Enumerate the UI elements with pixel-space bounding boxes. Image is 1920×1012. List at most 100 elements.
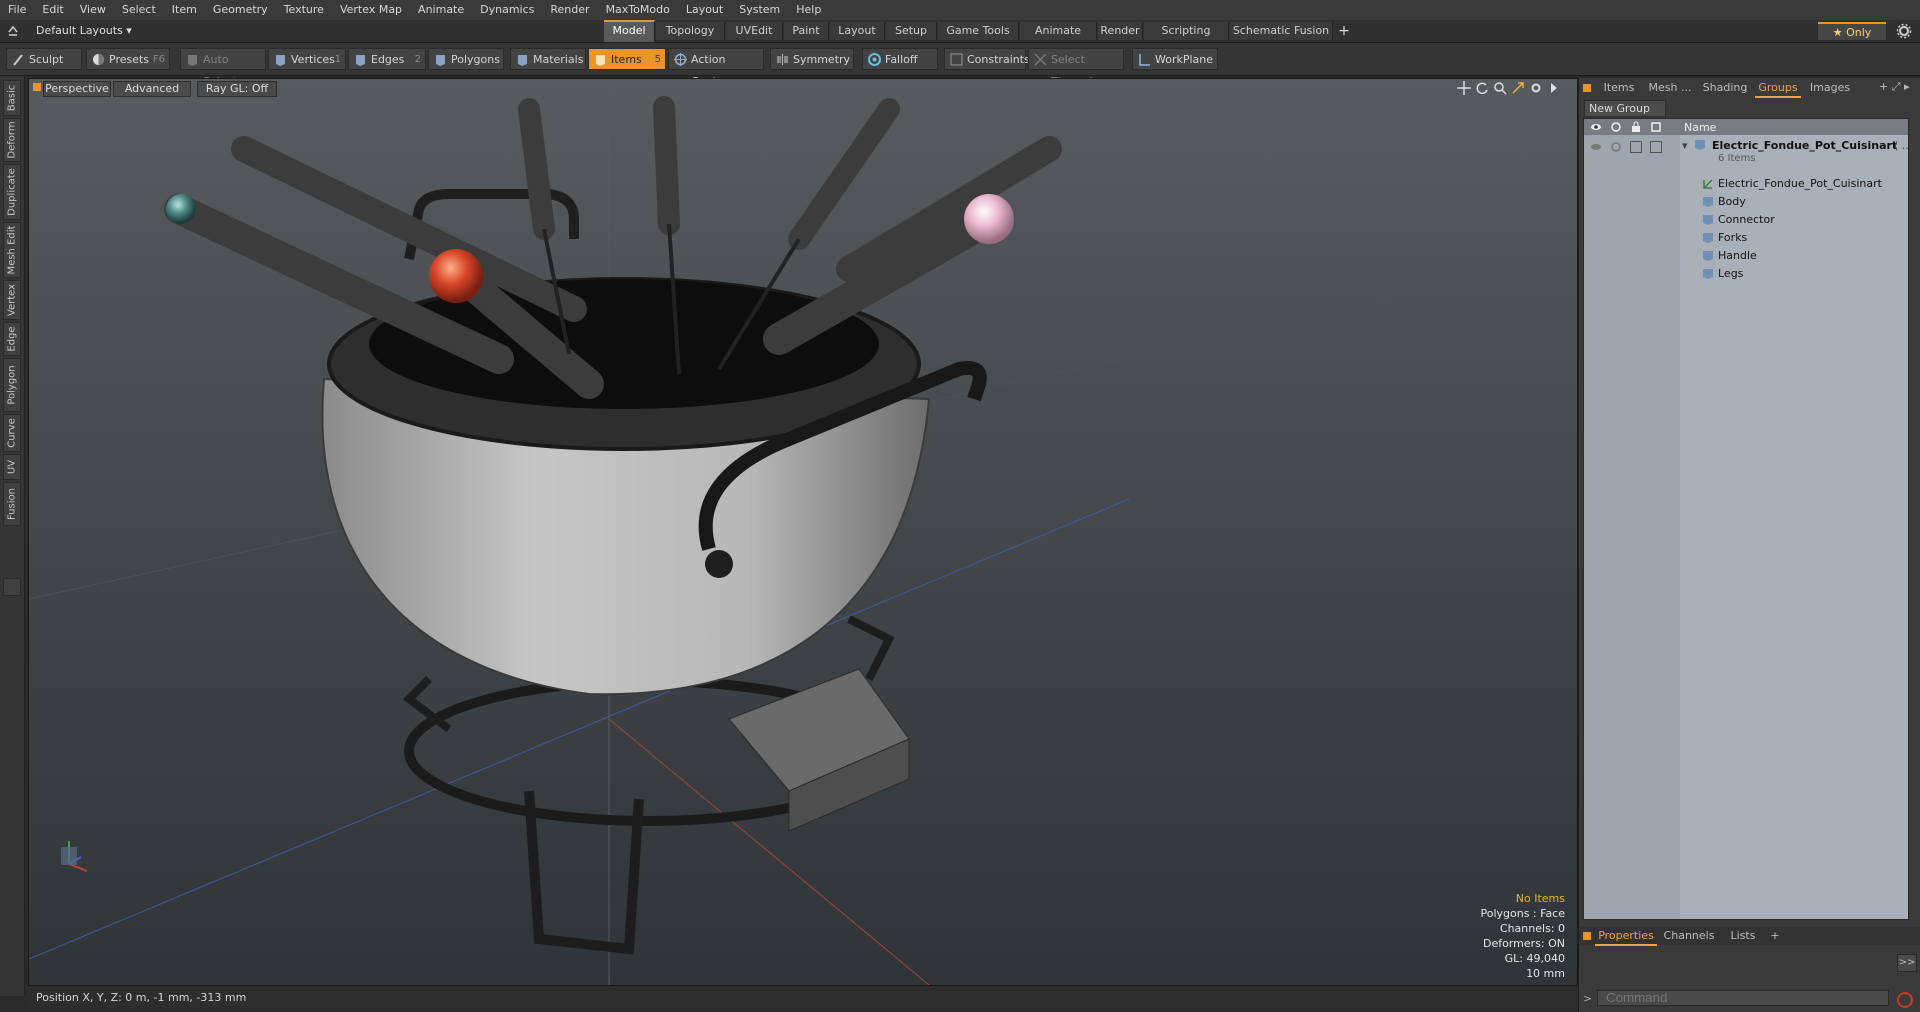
3d-viewport[interactable]: Perspective Advanced Ray GL: Off No Item…	[28, 78, 1578, 986]
tab-setup[interactable]: Setup	[886, 22, 937, 40]
rotate-icon[interactable]	[1475, 81, 1489, 95]
menu-render[interactable]: Render	[542, 0, 597, 20]
new-group-button[interactable]: New Group	[1584, 100, 1666, 117]
menu-maxtomodo[interactable]: MaxToModo	[598, 0, 678, 20]
vtab-polygon[interactable]: Polygon	[3, 358, 21, 412]
group-member-row[interactable]: Electric_Fondue_Pot_Cuisinart	[1584, 175, 1908, 193]
vtab-mesh-edit[interactable]: Mesh Edit	[3, 222, 21, 278]
polygons-button[interactable]: Polygons	[428, 48, 504, 70]
group-member-row[interactable]: Forks	[1584, 229, 1908, 247]
menu-view[interactable]: View	[72, 0, 114, 20]
tab-schematic-fusion[interactable]: Schematic Fusion	[1230, 22, 1333, 40]
group-member-row[interactable]: Legs	[1584, 265, 1908, 283]
menu-dynamics[interactable]: Dynamics	[472, 0, 542, 20]
tab-lists[interactable]: Lists	[1723, 928, 1763, 944]
tab-topology[interactable]: Topology	[656, 22, 725, 40]
lock-column-icon[interactable]	[1630, 121, 1642, 133]
menu-animate[interactable]: Animate	[410, 0, 472, 20]
group-member-row[interactable]: Body	[1584, 193, 1908, 211]
tab-render[interactable]: Render	[1098, 22, 1143, 40]
layout-selector[interactable]: Default Layouts ▾	[36, 22, 132, 40]
render-toggle-icon[interactable]	[1610, 141, 1622, 153]
select-through-button[interactable]: Select Through	[1028, 48, 1124, 88]
viewport-expand-arrow-icon[interactable]	[1547, 81, 1561, 95]
raygl-toggle[interactable]: Ray GL: Off	[197, 81, 277, 97]
render-column-icon[interactable]	[1610, 121, 1622, 133]
menu-system[interactable]: System	[731, 0, 788, 20]
tab-layout[interactable]: Layout	[830, 22, 885, 40]
edges-button[interactable]: Edges 2	[348, 48, 426, 70]
select-column-icon[interactable]	[1650, 121, 1662, 133]
viewport-settings-icon[interactable]	[1529, 81, 1543, 95]
vtab-uv[interactable]: UV	[3, 454, 21, 480]
add-tab-icon[interactable]: +	[1336, 21, 1352, 41]
collapse-arrow-icon[interactable]: ▾	[1682, 139, 1688, 152]
tab-game-tools[interactable]: Game Tools	[938, 22, 1019, 40]
menu-layout[interactable]: Layout	[678, 0, 731, 20]
vtab-deform[interactable]: Deform	[3, 118, 21, 162]
viewport-menu-icon[interactable]	[33, 83, 41, 91]
menu-edit[interactable]: Edit	[34, 0, 71, 20]
menu-texture[interactable]: Texture	[276, 0, 332, 20]
layout-collapse-icon[interactable]	[6, 23, 20, 37]
vtab-vertex[interactable]: Vertex	[3, 280, 21, 320]
tab-images[interactable]: Images	[1805, 80, 1855, 96]
pan-icon[interactable]	[1457, 81, 1471, 95]
groups-panel: Items Mesh ... Shading Groups Images + ⤢…	[1578, 78, 1920, 1012]
tab-scripting[interactable]: Scripting	[1144, 22, 1229, 40]
lock-checkbox[interactable]	[1630, 141, 1642, 153]
action-center-button[interactable]: Action Center	[668, 48, 764, 88]
tab-animate[interactable]: Animate	[1020, 22, 1097, 40]
tab-groups[interactable]: Groups	[1755, 80, 1801, 98]
tab-properties[interactable]: Properties	[1595, 928, 1657, 946]
command-input[interactable]	[1597, 990, 1889, 1006]
add-tab-icon[interactable]: +	[1767, 928, 1783, 944]
menu-file[interactable]: File	[0, 0, 34, 20]
tab-paint[interactable]: Paint	[784, 22, 829, 40]
group-row[interactable]: ▾ Electric_Fondue_Pot_Cuisinart ( ... 6 …	[1584, 137, 1912, 167]
menu-geometry[interactable]: Geometry	[205, 0, 276, 20]
vtab-duplicate[interactable]: Duplicate	[3, 164, 21, 220]
menu-select[interactable]: Select	[114, 0, 164, 20]
panel-menu-icon[interactable]	[1583, 84, 1591, 92]
vtab-curve[interactable]: Curve	[3, 414, 21, 452]
tab-model[interactable]: Model	[604, 20, 655, 42]
zoom-icon[interactable]	[1493, 81, 1507, 95]
record-macro-icon[interactable]	[1897, 992, 1913, 1008]
constraints-button[interactable]: Constraints	[944, 48, 1030, 70]
presets-button[interactable]: Presets F6	[86, 48, 170, 70]
vertices-button[interactable]: Vertices 1	[268, 48, 346, 70]
shading-mode-dropdown[interactable]: Advanced	[113, 81, 191, 97]
materials-button[interactable]: Materials	[510, 48, 586, 70]
expand-button[interactable]: >>	[1897, 954, 1917, 972]
auto-select-button[interactable]: Auto Select	[180, 48, 266, 88]
tab-shading[interactable]: Shading	[1699, 80, 1751, 96]
vtab-edge[interactable]: Edge	[3, 322, 21, 356]
tab-uvedit[interactable]: UVEdit	[726, 22, 783, 40]
workplane-button[interactable]: WorkPlane	[1132, 48, 1218, 70]
only-toggle[interactable]: ★ Only	[1818, 22, 1886, 40]
gear-icon[interactable]	[1896, 23, 1912, 39]
visibility-column-icon[interactable]	[1590, 121, 1602, 133]
items-button[interactable]: Items 5	[588, 48, 666, 70]
palette-toggle-button[interactable]	[3, 578, 21, 596]
tab-items[interactable]: Items	[1597, 80, 1641, 96]
vtab-fusion[interactable]: Fusion	[3, 482, 21, 526]
vtab-basic[interactable]: Basic	[3, 80, 21, 116]
panel-controls-icon[interactable]: + ⤢ ▸	[1879, 80, 1919, 96]
group-member-row[interactable]: Connector	[1584, 211, 1908, 229]
group-member-row[interactable]: Handle	[1584, 247, 1908, 265]
tab-mesh[interactable]: Mesh ...	[1645, 80, 1695, 96]
falloff-button[interactable]: Falloff	[862, 48, 938, 70]
menu-help[interactable]: Help	[788, 0, 829, 20]
symmetry-button[interactable]: Symmetry	[770, 48, 854, 70]
maximize-icon[interactable]	[1511, 81, 1525, 95]
select-checkbox[interactable]	[1650, 141, 1662, 153]
tab-channels[interactable]: Channels	[1661, 928, 1717, 944]
properties-menu-icon[interactable]	[1583, 932, 1591, 940]
menu-vertex-map[interactable]: Vertex Map	[332, 0, 410, 20]
menu-item[interactable]: Item	[164, 0, 205, 20]
view-type-dropdown[interactable]: Perspective	[43, 81, 111, 97]
sculpt-button[interactable]: Sculpt	[6, 48, 82, 70]
visibility-eye-icon[interactable]	[1590, 141, 1602, 153]
